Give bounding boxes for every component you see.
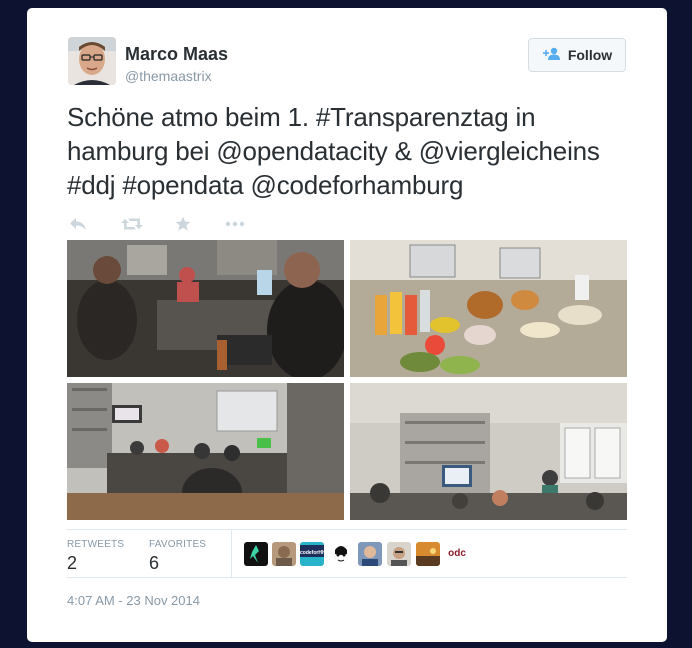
- tweet-text-line-3: #ddj #opendata @codeforhamburg: [67, 170, 464, 200]
- favoriter-avatar-1[interactable]: [244, 542, 268, 566]
- retweets-label: RETWEETS: [67, 539, 125, 550]
- more-icon[interactable]: [224, 213, 246, 235]
- tweet-photo-1[interactable]: [67, 240, 344, 377]
- tweet-card: Marco Maas @themaastrix Follow Schöne at…: [27, 8, 667, 642]
- favoriter-avatar-2[interactable]: [272, 542, 296, 566]
- favoriter-avatar-4[interactable]: [329, 542, 353, 566]
- favoriter-avatar-6[interactable]: [387, 542, 411, 566]
- favoriter-avatar-8[interactable]: ODC: [445, 542, 469, 566]
- retweet-icon[interactable]: [121, 213, 143, 235]
- tweet-photo-2[interactable]: [350, 240, 627, 377]
- follow-button-label: Follow: [567, 47, 613, 63]
- follow-user-icon: [542, 47, 568, 64]
- favoriter-avatar-7[interactable]: [416, 542, 440, 566]
- favorites-label: FAVORITES: [149, 539, 207, 550]
- favoriter-avatar-5[interactable]: [358, 542, 382, 566]
- stats-top-divider: [67, 529, 627, 530]
- reply-icon[interactable]: [67, 213, 89, 235]
- author-avatar[interactable]: [68, 37, 116, 85]
- favoriter-avatar-3-label: codeforHH: [300, 545, 324, 557]
- tweet-photo-3[interactable]: [67, 383, 344, 520]
- author-handle[interactable]: @themaastrix: [125, 68, 212, 84]
- favorite-icon[interactable]: [172, 213, 194, 235]
- favoriter-avatar-8-label: ODC: [448, 548, 466, 559]
- retweets-count[interactable]: 2: [67, 553, 77, 574]
- follow-button[interactable]: Follow: [528, 38, 626, 72]
- tweet-timestamp[interactable]: 4:07 AM - 23 Nov 2014: [67, 593, 200, 608]
- tweet-text: Schöne atmo beim 1. #Transparenztag in h…: [67, 100, 627, 202]
- tweet-photo-4[interactable]: [350, 383, 627, 520]
- favoriter-avatar-3[interactable]: codeforHH: [300, 542, 324, 566]
- stats-bottom-divider: [67, 577, 627, 578]
- tweet-text-line-2: hamburg bei @opendatacity & @viergleiche…: [67, 136, 600, 166]
- author-name[interactable]: Marco Maas: [125, 44, 228, 65]
- tweet-actions: [67, 213, 267, 235]
- tweet-text-line-1: Schöne atmo beim 1. #Transparenztag in: [67, 102, 536, 132]
- stats-vertical-divider: [231, 530, 232, 578]
- favorites-count[interactable]: 6: [149, 553, 159, 574]
